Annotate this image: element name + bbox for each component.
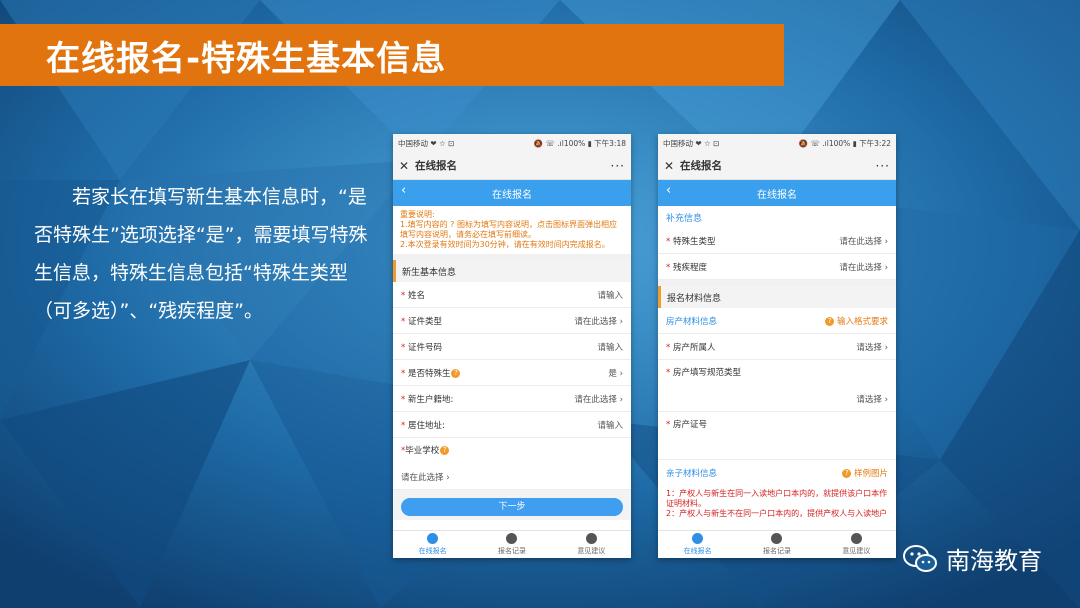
form-row-property-owner[interactable]: * 房产所属人 请选择 › <box>658 334 896 360</box>
row-value: 是 › <box>608 368 623 379</box>
help-icon[interactable]: ? <box>440 446 450 455</box>
help-icon: ? <box>842 469 852 478</box>
brand-logo: 南海教育 <box>902 541 1042 576</box>
property-section-title: 房产材料信息 <box>666 316 718 327</box>
tab-feedback[interactable]: 意见建议 <box>817 531 896 558</box>
nav-bar: ‹ 在线报名 <box>658 180 896 206</box>
row-label: * 是否特殊生? <box>401 367 461 379</box>
help-icon: ? <box>825 316 835 326</box>
property-section-head: 房产材料信息 ? 输入格式要求 <box>658 308 896 334</box>
form-row-special-type[interactable]: * 特殊生类型 请在此选择 › <box>658 228 896 254</box>
row-value: 请在此选择 › <box>574 316 623 327</box>
row-value: 请选择 › <box>856 342 888 353</box>
register-icon <box>427 533 439 544</box>
format-requirements-link[interactable]: ? 输入格式要求 <box>824 315 888 327</box>
row-label: * 房产填写规范类型 <box>666 368 741 378</box>
back-icon[interactable]: ‹ <box>666 183 671 198</box>
app-bar: ✕ 在线报名 ··· <box>658 152 896 180</box>
tab-online-register[interactable]: 在线报名 <box>393 531 472 558</box>
more-icon[interactable]: ··· <box>611 159 625 173</box>
tab-feedback[interactable]: 意见建议 <box>552 531 631 558</box>
section-supplement: 补充信息 <box>658 206 896 228</box>
close-icon[interactable]: ✕ <box>399 159 415 173</box>
register-icon <box>692 533 704 544</box>
tab-register-records[interactable]: 报名记录 <box>472 531 551 558</box>
tab-bar: 在线报名 报名记录 意见建议 <box>658 530 896 558</box>
status-carrier: 中国移动 ❤ ☆ ⊡ <box>398 138 455 148</box>
row-value: 请输入 <box>597 420 623 431</box>
row-value: 请在此选择 › <box>574 394 623 405</box>
sample-image-link[interactable]: ? 样例图片 <box>841 467 888 479</box>
row-label: *毕业学校? <box>401 444 450 456</box>
tab-online-register[interactable]: 在线报名 <box>658 531 737 558</box>
kin-note: 1：产权人与新生在同一入读地户口本内的，就提供该户口本作证明材料。 2：产权人与… <box>666 489 888 518</box>
form-row-disability-level[interactable]: * 残疾程度 请在此选择 › <box>658 254 896 280</box>
wechat-icon <box>903 544 937 572</box>
row-label: * 残疾程度 <box>666 262 707 273</box>
app-bar: ✕ 在线报名 ··· <box>393 152 631 180</box>
user-icon <box>585 533 597 544</box>
row-value: 请输入 <box>597 290 623 301</box>
pencil-icon <box>771 533 783 544</box>
row-label: * 房产所属人 <box>666 342 716 353</box>
section-materials: 报名材料信息 <box>658 286 896 308</box>
user-icon <box>850 533 862 544</box>
back-icon[interactable]: ‹ <box>401 183 406 198</box>
form-row-name[interactable]: * 姓名 请输入 <box>393 282 631 308</box>
status-time: 🔕 ☏ .ıl100% ▮ 下午3:18 <box>533 138 626 148</box>
next-button-wrap: 下一步 <box>393 490 631 520</box>
nav-title: 在线报名 <box>492 189 532 201</box>
row-label: * 证件号码 <box>401 342 442 353</box>
row-value: 请选择 › <box>856 395 888 405</box>
section-new-student-info: 新生基本信息 <box>393 260 631 282</box>
title-banner: 在线报名-特殊生基本信息 <box>0 24 784 86</box>
row-label: * 特殊生类型 <box>666 236 716 247</box>
page-title: 在线报名-特殊生基本信息 <box>46 38 447 79</box>
form-row-property-cert[interactable]: * 房产证号 <box>658 412 896 460</box>
more-icon[interactable]: ··· <box>876 159 890 173</box>
status-carrier: 中国移动 ❤ ☆ ⊡ <box>663 138 720 148</box>
brand-name: 南海教育 <box>946 547 1042 575</box>
next-button[interactable]: 下一步 <box>401 498 623 516</box>
form-row-address[interactable]: * 居住地址: 请输入 <box>393 412 631 438</box>
pencil-icon <box>506 533 518 544</box>
app-title: 在线报名 <box>680 160 722 172</box>
row-value: 请在此选择 › <box>839 262 888 273</box>
form-row-property-type[interactable]: * 房产填写规范类型 请选择 › <box>658 360 896 412</box>
phone-screenshot-basic-info: 中国移动 ❤ ☆ ⊡ 🔕 ☏ .ıl100% ▮ 下午3:18 ✕ 在线报名 ·… <box>393 134 631 558</box>
form-row-id-type[interactable]: * 证件类型 请在此选择 › <box>393 308 631 334</box>
row-value: 请在此选择 › <box>401 473 450 483</box>
tab-register-records[interactable]: 报名记录 <box>737 531 816 558</box>
important-notice: 重要说明: 1.填写内容的 ? 图标为填写内容说明，点击图标界面弹出相应填写内容… <box>393 206 631 260</box>
form-row-special-student[interactable]: * 是否特殊生? 是 › <box>393 360 631 386</box>
help-icon[interactable]: ? <box>451 368 461 378</box>
close-icon[interactable]: ✕ <box>664 159 680 173</box>
phone-screenshot-special-info: 中国移动 ❤ ☆ ⊡ 🔕 ☏ .ıl100% ▮ 下午3:22 ✕ 在线报名 ·… <box>658 134 896 558</box>
description-paragraph: 若家长在填写新生基本信息时，“是否特殊生”选项选择“是”，需要填写特殊生信息，特… <box>34 186 368 322</box>
status-bar: 中国移动 ❤ ☆ ⊡ 🔕 ☏ .ıl100% ▮ 下午3:22 <box>658 134 896 152</box>
row-label: * 居住地址: <box>401 420 445 431</box>
tab-bar: 在线报名 报名记录 意见建议 <box>393 530 631 558</box>
nav-bar: ‹ 在线报名 <box>393 180 631 206</box>
kin-section-head: 亲子材料信息 ? 样例图片 <box>658 460 896 486</box>
row-label: * 新生户籍地: <box>401 394 454 405</box>
form-row-id-number[interactable]: * 证件号码 请输入 <box>393 334 631 360</box>
status-bar: 中国移动 ❤ ☆ ⊡ 🔕 ☏ .ıl100% ▮ 下午3:18 <box>393 134 631 152</box>
kin-section-title: 亲子材料信息 <box>666 469 718 479</box>
nav-title: 在线报名 <box>757 189 797 201</box>
row-label: * 房产证号 <box>666 420 707 430</box>
form-row-household[interactable]: * 新生户籍地: 请在此选择 › <box>393 386 631 412</box>
description-text: 若家长在填写新生基本信息时，“是否特殊生”选项选择“是”，需要填写特殊生信息，特… <box>34 178 384 330</box>
row-value: 请在此选择 › <box>839 236 888 247</box>
row-label: * 证件类型 <box>401 316 442 327</box>
row-label: * 姓名 <box>401 290 425 301</box>
row-value: 请输入 <box>597 342 623 353</box>
form-row-school[interactable]: *毕业学校? 请在此选择 › <box>393 438 631 490</box>
status-time: 🔕 ☏ .ıl100% ▮ 下午3:22 <box>798 138 891 148</box>
app-title: 在线报名 <box>415 160 457 172</box>
